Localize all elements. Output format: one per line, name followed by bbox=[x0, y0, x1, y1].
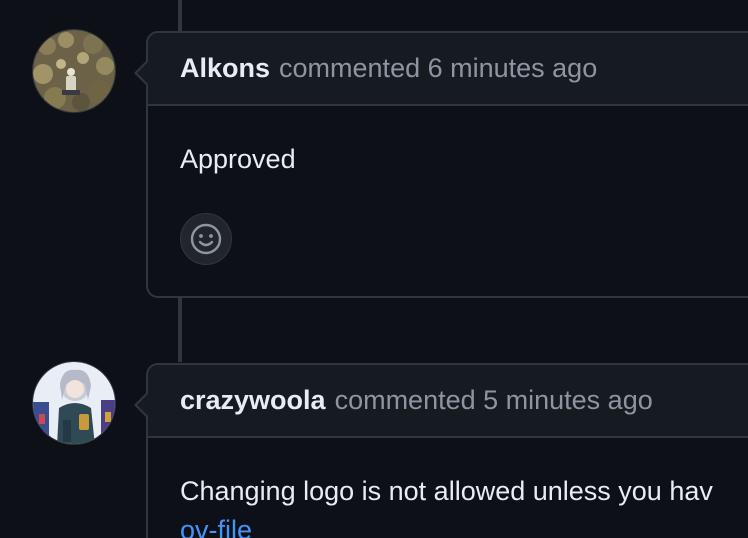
comment-pointer bbox=[134, 59, 149, 87]
user-avatar-icon bbox=[33, 362, 115, 444]
comment-card: Alkons commented 6 minutes ago Approved bbox=[134, 31, 748, 298]
comment-body: Changing logo is not allowed unless you … bbox=[148, 438, 748, 538]
comment-timestamp[interactable]: commented 5 minutes ago bbox=[335, 385, 653, 416]
comment-body: Approved bbox=[148, 106, 748, 175]
avatar[interactable] bbox=[32, 361, 116, 445]
add-reaction-button[interactable] bbox=[180, 213, 232, 265]
comment-link[interactable]: ov-file bbox=[180, 515, 748, 538]
timeline-connector bbox=[178, 0, 182, 32]
comment-author-link[interactable]: Alkons bbox=[180, 53, 270, 84]
timeline-connector bbox=[178, 296, 182, 362]
comment-header: crazywoola commented 5 minutes ago bbox=[148, 365, 748, 438]
comment-timestamp[interactable]: commented 6 minutes ago bbox=[279, 53, 597, 84]
comment-text: Approved bbox=[180, 144, 296, 174]
comment-pointer bbox=[134, 391, 149, 419]
user-avatar-icon bbox=[33, 30, 115, 112]
comment-text: Changing logo is not allowed unless you … bbox=[180, 476, 713, 506]
smiley-face-icon bbox=[190, 223, 222, 255]
comment-header: Alkons commented 6 minutes ago bbox=[148, 33, 748, 106]
avatar[interactable] bbox=[32, 29, 116, 113]
issue-timeline: Alkons commented 6 minutes ago Approved bbox=[0, 0, 748, 538]
comment-author-link[interactable]: crazywoola bbox=[180, 385, 326, 416]
comment-card: crazywoola commented 5 minutes ago Chang… bbox=[134, 363, 748, 538]
